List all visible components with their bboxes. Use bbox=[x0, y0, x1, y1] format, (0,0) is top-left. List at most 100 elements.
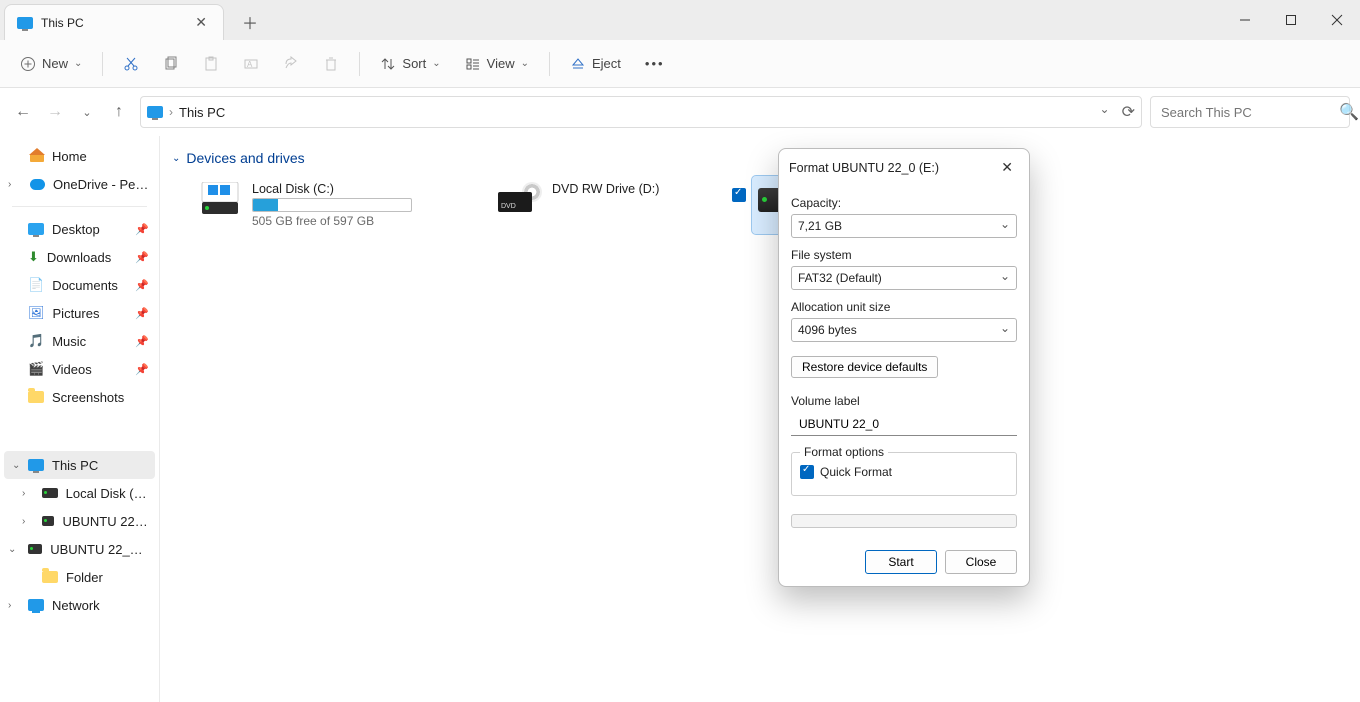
maximize-button[interactable] bbox=[1268, 0, 1314, 40]
nav-arrows: ← → ⌄ ↑ bbox=[10, 99, 132, 125]
sidebar-item-pictures[interactable]: 🖼Pictures📌 bbox=[0, 299, 159, 327]
pc-icon bbox=[28, 459, 44, 471]
capacity-value: 7,21 GB bbox=[798, 219, 842, 233]
sidebar-item-home[interactable]: Home bbox=[0, 142, 159, 170]
chevron-down-icon[interactable]: ⌄ bbox=[12, 460, 20, 471]
sidebar-item-folder[interactable]: Folder bbox=[0, 563, 159, 591]
sidebar-item-label: Music bbox=[52, 334, 86, 349]
rename-button[interactable]: A bbox=[233, 50, 269, 78]
sidebar-item-label: Pictures bbox=[53, 306, 100, 321]
pc-icon bbox=[17, 17, 33, 29]
sidebar-item-documents[interactable]: 📄Documents📌 bbox=[0, 271, 159, 299]
sidebar-item-label: UBUNTU 22_0 (E:) bbox=[62, 514, 149, 529]
allocation-select[interactable]: 4096 bytes bbox=[791, 318, 1017, 342]
new-label: New bbox=[42, 56, 68, 71]
up-button[interactable]: ↑ bbox=[106, 99, 132, 125]
section-devices-and-drives[interactable]: ⌄ Devices and drives bbox=[168, 146, 1352, 176]
sidebar-item-network[interactable]: ›Network bbox=[0, 591, 159, 619]
volume-label-input[interactable] bbox=[797, 416, 1011, 432]
chevron-right-icon[interactable]: › bbox=[8, 600, 11, 611]
more-button[interactable]: ••• bbox=[635, 50, 675, 77]
filesystem-label: File system bbox=[791, 248, 1017, 262]
sidebar-item-desktop[interactable]: Desktop📌 bbox=[0, 215, 159, 243]
allocation-label: Allocation unit size bbox=[791, 300, 1017, 314]
chevron-down-icon: ⌄ bbox=[172, 153, 180, 164]
drive-icon bbox=[28, 544, 42, 554]
sort-button[interactable]: Sort ⌄ bbox=[370, 50, 450, 78]
chevron-right-icon[interactable]: › bbox=[8, 179, 11, 190]
sidebar-item-this-pc[interactable]: ⌄ This PC bbox=[4, 451, 155, 479]
volume-label-label: Volume label bbox=[791, 394, 1017, 408]
sidebar-item-screenshots[interactable]: Screenshots bbox=[0, 383, 159, 411]
new-button[interactable]: New ⌄ bbox=[10, 50, 92, 78]
document-icon: 📄 bbox=[28, 277, 44, 293]
close-tab-icon[interactable]: ✕ bbox=[191, 12, 211, 33]
view-icon bbox=[465, 56, 481, 72]
checkbox-checked-icon[interactable] bbox=[732, 188, 746, 202]
sidebar-item-label: Videos bbox=[52, 362, 92, 377]
sidebar-item-label: Folder bbox=[66, 570, 103, 585]
home-icon bbox=[30, 150, 44, 162]
search-box[interactable]: 🔍 bbox=[1150, 96, 1350, 128]
close-dialog-button[interactable]: ✕ bbox=[995, 157, 1019, 178]
delete-button[interactable] bbox=[313, 50, 349, 78]
view-label: View bbox=[487, 56, 515, 71]
capacity-select[interactable]: 7,21 GB bbox=[791, 214, 1017, 238]
pin-icon[interactable]: 📌 bbox=[135, 307, 149, 320]
recent-button[interactable]: ⌄ bbox=[74, 99, 100, 125]
window-controls bbox=[1222, 0, 1360, 40]
drive-dvd-d[interactable]: DVD DVD RW Drive (D:) bbox=[492, 176, 712, 234]
chevron-down-icon[interactable]: ⌄ bbox=[1100, 102, 1110, 122]
view-button[interactable]: View ⌄ bbox=[455, 50, 539, 78]
drive-local-disk-c[interactable]: Local Disk (C:) 505 GB free of 597 GB bbox=[192, 176, 452, 234]
sidebar-item-label: This PC bbox=[52, 458, 98, 473]
start-button[interactable]: Start bbox=[865, 550, 937, 574]
toolbar: New ⌄ A Sort ⌄ View ⌄ Eject ••• bbox=[0, 40, 1360, 88]
pin-icon[interactable]: 📌 bbox=[135, 223, 149, 236]
cut-button[interactable] bbox=[113, 50, 149, 78]
close-button[interactable]: Close bbox=[945, 550, 1017, 574]
pin-icon[interactable]: 📌 bbox=[135, 279, 149, 292]
sidebar-item-downloads[interactable]: ⬇Downloads📌 bbox=[0, 243, 159, 271]
back-button[interactable]: ← bbox=[10, 99, 36, 125]
sidebar-item-ubuntu-nested[interactable]: › UBUNTU 22_0 (E:) bbox=[0, 507, 159, 535]
close-window-button[interactable] bbox=[1314, 0, 1360, 40]
sidebar-item-ubuntu[interactable]: ⌄UBUNTU 22_0 (E:) bbox=[0, 535, 159, 563]
eject-button[interactable]: Eject bbox=[560, 50, 631, 78]
chevron-right-icon[interactable]: › bbox=[22, 488, 25, 499]
share-button[interactable] bbox=[273, 50, 309, 78]
crumb-this-pc[interactable]: This PC bbox=[179, 105, 225, 120]
tab-this-pc[interactable]: This PC ✕ bbox=[4, 4, 224, 40]
dialog-title: Format UBUNTU 22_0 (E:) bbox=[789, 161, 939, 175]
pin-icon[interactable]: 📌 bbox=[135, 335, 149, 348]
restore-defaults-button[interactable]: Restore device defaults bbox=[791, 356, 938, 378]
pc-icon bbox=[147, 106, 163, 118]
paste-button[interactable] bbox=[193, 50, 229, 78]
refresh-button[interactable]: ⟳ bbox=[1122, 102, 1135, 122]
pin-icon[interactable]: 📌 bbox=[135, 251, 149, 264]
new-tab-button[interactable]: ＋ bbox=[234, 4, 266, 40]
chevron-right-icon[interactable]: › bbox=[22, 516, 25, 527]
chevron-down-icon[interactable]: ⌄ bbox=[8, 544, 16, 555]
eject-label: Eject bbox=[592, 56, 621, 71]
pin-icon[interactable]: 📌 bbox=[135, 363, 149, 376]
quick-format-checkbox[interactable]: Quick Format bbox=[800, 465, 1008, 479]
format-dialog: Format UBUNTU 22_0 (E:) ✕ Capacity: 7,21… bbox=[778, 148, 1030, 587]
filesystem-select[interactable]: FAT32 (Default) bbox=[791, 266, 1017, 290]
minimize-button[interactable] bbox=[1222, 0, 1268, 40]
sidebar-item-onedrive[interactable]: › OneDrive - Persona bbox=[0, 170, 159, 198]
search-input[interactable] bbox=[1159, 104, 1339, 121]
copy-button[interactable] bbox=[153, 50, 189, 78]
scissors-icon bbox=[123, 56, 139, 72]
sidebar-item-local-disk[interactable]: ›Local Disk (C:) bbox=[0, 479, 159, 507]
sidebar-item-music[interactable]: 🎵Music📌 bbox=[0, 327, 159, 355]
drive-icon bbox=[42, 516, 54, 526]
copy-icon bbox=[163, 56, 179, 72]
section-title: Devices and drives bbox=[186, 150, 304, 166]
forward-button[interactable]: → bbox=[42, 99, 68, 125]
allocation-value: 4096 bytes bbox=[798, 323, 857, 337]
sidebar-item-videos[interactable]: 🎬Videos📌 bbox=[0, 355, 159, 383]
breadcrumb[interactable]: › This PC ⌄ ⟳ bbox=[140, 96, 1142, 128]
capacity-label: Capacity: bbox=[791, 196, 1017, 210]
sidebar-item-label: OneDrive - Persona bbox=[53, 177, 149, 192]
